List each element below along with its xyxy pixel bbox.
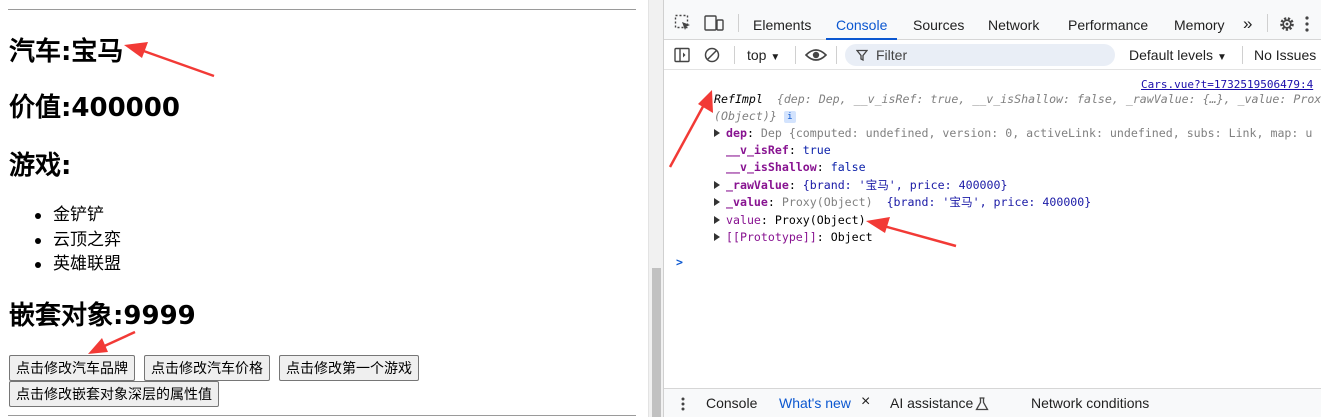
flask-icon — [975, 397, 989, 411]
property-row-isref: __v_isRef: true — [726, 143, 831, 157]
bottom-divider — [8, 415, 636, 416]
toolbar-divider — [1242, 46, 1243, 64]
car-price-heading: 价值:400000 — [9, 93, 180, 123]
source-link[interactable]: Cars.vue?t=1732519506479:4 — [1141, 78, 1313, 91]
console-output[interactable]: Cars.vue?t=1732519506479:4 RefImpl {dep:… — [664, 71, 1321, 387]
toolbar-divider — [738, 14, 739, 32]
devtools-tabbar: Elements Console Sources Network Perform… — [664, 0, 1321, 40]
property-key: _rawValue — [726, 178, 789, 192]
toolbar-divider — [795, 46, 796, 64]
tab-performance[interactable]: Performance — [1068, 0, 1148, 40]
chevron-down-icon: ▼ — [770, 52, 781, 63]
chevron-down-icon: ▼ — [1216, 52, 1227, 63]
property-value: {brand: '宝马', price: 400000} — [886, 195, 1092, 209]
change-deep-property-button[interactable]: 点击修改嵌套对象深层的属性值 — [9, 381, 219, 407]
close-icon[interactable]: × — [861, 393, 870, 411]
property-key: dep — [726, 126, 747, 140]
filter-funnel-icon — [856, 49, 868, 61]
expand-triangle-icon[interactable] — [714, 216, 720, 224]
drawer-menu-icon[interactable] — [680, 396, 686, 412]
toolbar-divider — [734, 46, 735, 64]
change-brand-button[interactable]: 点击修改汽车品牌 — [9, 355, 135, 381]
object-preview-cont: (Object)} — [714, 109, 777, 123]
property-key: __v_isShallow — [726, 160, 817, 174]
property-row-isshallow: __v_isShallow: false — [726, 160, 866, 174]
info-icon[interactable]: i — [783, 111, 796, 123]
property-row-value-internal[interactable]: _value: Proxy(Object) {brand: '宝马', pric… — [714, 194, 1091, 211]
list-item: 英雄联盟 — [33, 252, 121, 277]
log-levels-label: Default levels — [1129, 47, 1214, 63]
change-first-game-button[interactable]: 点击修改第一个游戏 — [279, 355, 419, 381]
context-selector-label: top — [747, 47, 767, 63]
log-levels-dropdown[interactable]: Default levels ▼ — [1129, 47, 1227, 63]
games-heading: 游戏: — [9, 151, 72, 181]
drawer-tabbar: Console What's new × AI assistance Netwo… — [664, 388, 1321, 417]
property-row-value-getter[interactable]: value: Proxy(Object) — [714, 212, 866, 229]
scrollbar-thumb[interactable] — [652, 268, 661, 417]
tab-network[interactable]: Network — [988, 0, 1039, 40]
expand-triangle-icon[interactable] — [714, 233, 720, 241]
property-key: value — [726, 213, 761, 227]
property-row-rawvalue[interactable]: _rawValue: {brand: '宝马', price: 400000} — [714, 177, 1007, 194]
console-prompt[interactable]: > — [676, 254, 683, 271]
drawer-tab-network-conditions[interactable]: Network conditions — [1031, 395, 1149, 411]
games-list: 金铲铲 云顶之弈 英雄联盟 — [33, 203, 121, 277]
kebab-menu-icon[interactable] — [1304, 15, 1310, 33]
sidebar-toggle-icon[interactable] — [674, 47, 690, 63]
property-value: {brand: '宝马', price: 400000} — [802, 178, 1008, 192]
nested-object-heading: 嵌套对象:9999 — [9, 301, 196, 331]
log-entry-header-cont: (Object)} i — [714, 108, 796, 125]
console-toolbar: top ▼ Filter Default levels ▼ No Issues — [664, 40, 1321, 70]
top-divider — [8, 9, 636, 10]
expand-triangle-icon[interactable] — [714, 198, 720, 206]
app-page: 汽车:宝马 价值:400000 游戏: 金铲铲 云顶之弈 英雄联盟 嵌套对象:9… — [0, 0, 648, 417]
toolbar-divider — [1267, 14, 1268, 32]
clear-console-icon[interactable] — [704, 47, 720, 63]
property-key: [[Prototype]] — [726, 230, 817, 244]
filter-input[interactable]: Filter — [845, 44, 1115, 66]
context-selector[interactable]: top ▼ — [747, 47, 780, 63]
issues-counter[interactable]: No Issues — [1254, 47, 1316, 63]
settings-gear-icon[interactable] — [1278, 15, 1296, 33]
expand-triangle-icon[interactable] — [714, 129, 720, 137]
drawer-tab-ai-assistance[interactable]: AI assistance — [890, 395, 973, 411]
inspect-element-icon[interactable] — [674, 14, 692, 32]
drawer-tab-console[interactable]: Console — [706, 395, 757, 411]
property-value: Object — [830, 230, 873, 244]
object-class-name: RefImpl — [714, 92, 763, 106]
page-scrollbar[interactable] — [648, 0, 663, 417]
tab-sources[interactable]: Sources — [913, 0, 964, 40]
property-row-dep[interactable]: dep: Dep {computed: undefined, version: … — [714, 125, 1312, 142]
property-value: Proxy(Object) — [774, 213, 866, 227]
property-value: true — [802, 143, 831, 157]
drawer-tab-whats-new[interactable]: What's new — [779, 395, 851, 411]
tab-console[interactable]: Console — [825, 0, 898, 40]
property-value: false — [830, 160, 866, 174]
tab-memory[interactable]: Memory — [1174, 0, 1225, 40]
change-price-button[interactable]: 点击修改汽车价格 — [144, 355, 270, 381]
car-brand-heading: 汽车:宝马 — [9, 37, 124, 67]
devtools-panel: Elements Console Sources Network Perform… — [663, 0, 1321, 417]
live-expression-eye-icon[interactable] — [805, 47, 827, 63]
proxy-label: Proxy(Object) — [781, 195, 873, 209]
toolbar-divider — [836, 46, 837, 64]
property-value: Dep {computed: undefined, version: 0, ac… — [760, 126, 1313, 140]
expand-triangle-icon[interactable] — [714, 181, 720, 189]
property-key: _value — [726, 195, 768, 209]
property-key: __v_isRef — [726, 143, 789, 157]
filter-placeholder: Filter — [876, 47, 908, 63]
log-entry-header[interactable]: RefImpl {dep: Dep, __v_isRef: true, __v_… — [714, 91, 1321, 108]
property-row-prototype[interactable]: [[Prototype]]: Object — [714, 229, 873, 246]
list-item: 云顶之弈 — [33, 228, 121, 253]
list-item: 金铲铲 — [33, 203, 121, 228]
device-toolbar-icon[interactable] — [704, 14, 724, 32]
object-preview: {dep: Dep, __v_isRef: true, __v_isShallo… — [776, 92, 1321, 106]
more-tabs-chevron-icon[interactable]: » — [1243, 0, 1252, 40]
tab-elements[interactable]: Elements — [753, 0, 811, 40]
